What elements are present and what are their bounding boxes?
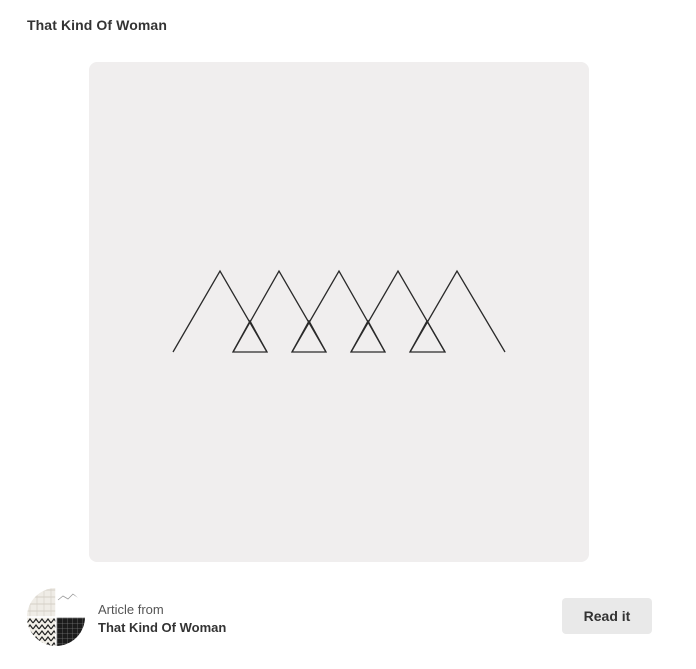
board-avatar[interactable]: [27, 588, 85, 646]
tall-triangle-2: [232, 269, 327, 353]
pin-image[interactable]: [89, 62, 589, 562]
board-collage-avatar-icon: [27, 588, 85, 646]
source-info: Article from That Kind Of Woman: [98, 601, 226, 637]
tall-triangle-3: [291, 269, 386, 353]
triangle-pattern-artwork: [172, 269, 506, 353]
small-triangle-3: [349, 319, 387, 353]
small-triangle-1: [231, 319, 269, 353]
source-name-link[interactable]: That Kind Of Woman: [98, 618, 226, 637]
small-triangle-4: [408, 319, 447, 353]
tall-triangle-5: [409, 269, 506, 353]
source-prefix: Article from: [98, 602, 164, 617]
read-it-button[interactable]: Read it: [562, 598, 652, 634]
tall-triangle-4: [350, 269, 446, 353]
pin-card: That Kind Of Woman Article from That Kin…: [0, 0, 696, 669]
small-triangle-2: [290, 319, 328, 353]
tall-triangle-1: [172, 269, 268, 353]
pin-footer: Article from That Kind Of Woman Read it: [27, 588, 652, 646]
pin-title[interactable]: That Kind Of Woman: [27, 17, 167, 33]
